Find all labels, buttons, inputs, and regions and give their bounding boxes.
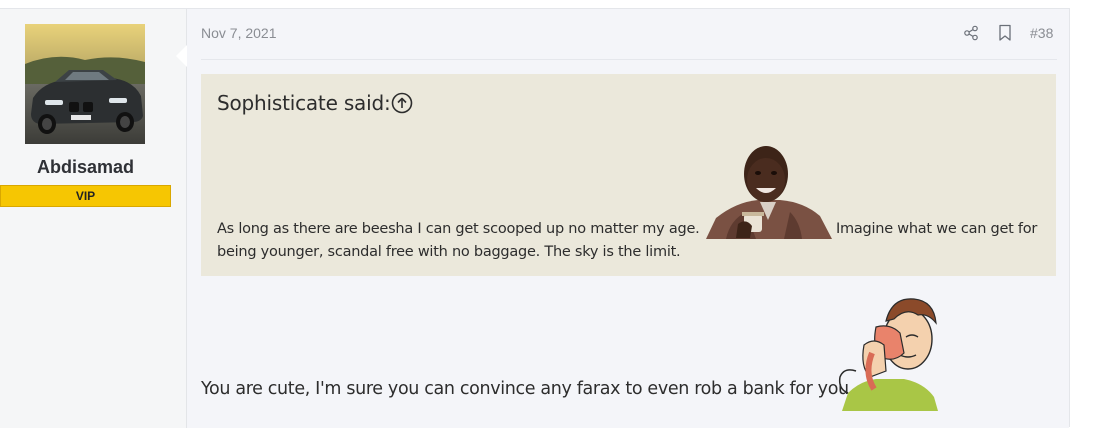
laughing-man-emoji-icon [706,140,832,239]
post-number-link[interactable]: #38 [1030,25,1053,41]
quote-block: Sophisticate said: As long as there are … [201,74,1056,276]
post-header: Nov 7, 2021 #38 [201,23,1057,60]
vip-badge: VIP [0,185,171,207]
quote-text-line1-start: As long as there are beesha I can get sc… [217,221,700,237]
username[interactable]: Abdisamad [0,157,171,178]
share-icon[interactable] [963,25,979,41]
post-content: Nov 7, 2021 #38 Sophisticate said: As lo… [187,9,1069,428]
car-avatar-icon [25,24,145,144]
arrow-up-circle-icon[interactable] [391,92,413,114]
message-post: Abdisamad VIP Nov 7, 2021 #38 Sophistica… [0,8,1070,428]
post-date[interactable]: Nov 7, 2021 [201,25,277,41]
quote-author[interactable]: Sophisticate said: [217,91,391,115]
quote-text-line2: being younger, scandal free with no bagg… [217,244,681,260]
reply-text: You are cute, I'm sure you can convince … [201,379,849,399]
sweating-man-emoji-icon [834,293,946,411]
user-avatar[interactable] [25,24,145,144]
user-sidebar: Abdisamad VIP [0,9,187,428]
quote-text-line1-end: Imagine what we can get for [836,221,1038,237]
bookmark-icon[interactable] [998,24,1012,42]
user-pointer-arrow [176,45,187,67]
